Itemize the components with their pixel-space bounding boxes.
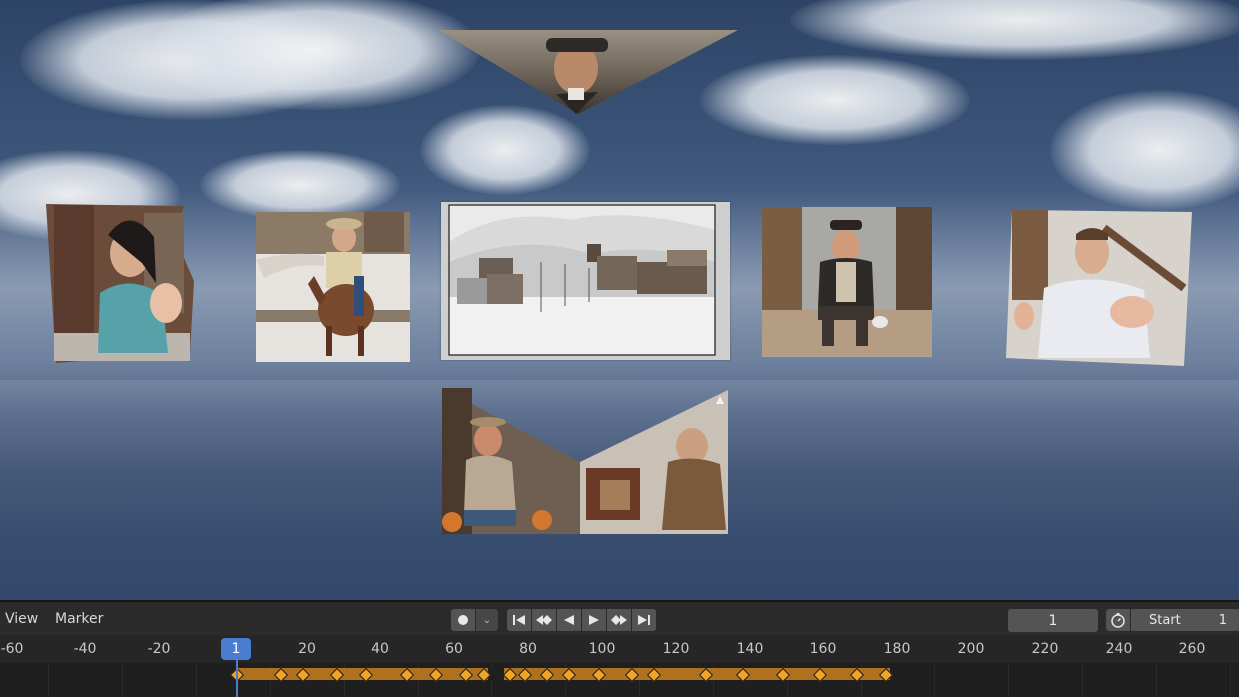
playhead-line[interactable] bbox=[236, 658, 238, 697]
play-reverse-button[interactable] bbox=[557, 609, 581, 631]
ruler-tick: 20 bbox=[298, 641, 316, 657]
chevron-down-icon: ⌄ bbox=[482, 614, 492, 626]
playhead-frame-number: 1 bbox=[231, 641, 241, 657]
ruler-tick: -20 bbox=[147, 641, 171, 657]
ruler-tick: 60 bbox=[445, 641, 463, 657]
image-plane-woman-with-baby[interactable] bbox=[44, 203, 196, 365]
menu-view[interactable]: View bbox=[5, 611, 38, 627]
jump-start-icon bbox=[513, 615, 525, 625]
ruler-tick: 120 bbox=[662, 641, 690, 657]
stopwatch-icon bbox=[1111, 613, 1125, 628]
ruler-tick: -40 bbox=[73, 641, 97, 657]
ruler-tick: 200 bbox=[957, 641, 985, 657]
record-icon bbox=[458, 615, 468, 625]
prev-keyframe-button[interactable] bbox=[532, 609, 556, 631]
play-reverse-icon bbox=[564, 615, 574, 625]
ruler-tick: 80 bbox=[519, 641, 537, 657]
playhead-frame-badge[interactable]: 1 bbox=[221, 638, 251, 660]
record-dropdown-button[interactable]: ⌄ bbox=[476, 609, 498, 631]
ruler-tick: 180 bbox=[883, 641, 911, 657]
ruler-tick: 240 bbox=[1105, 641, 1133, 657]
3d-viewport[interactable] bbox=[0, 0, 1239, 600]
current-frame-field[interactable]: 1 bbox=[1008, 609, 1098, 632]
cloud bbox=[790, 0, 1239, 60]
record-button[interactable] bbox=[451, 609, 475, 631]
ruler-tick: 140 bbox=[736, 641, 764, 657]
prev-keyframe-icon bbox=[536, 615, 552, 625]
timeline-ruler[interactable]: -60 -40 -20 20 40 60 80 100 120 140 160 … bbox=[0, 635, 1239, 663]
menu-marker[interactable]: Marker bbox=[55, 611, 103, 627]
start-label: Start bbox=[1149, 612, 1181, 628]
image-plane-donkey-rider[interactable] bbox=[254, 210, 412, 362]
ruler-tick: 220 bbox=[1031, 641, 1059, 657]
image-plane-man-with-baby[interactable] bbox=[1004, 208, 1194, 368]
ruler-tick: 40 bbox=[371, 641, 389, 657]
jump-to-start-button[interactable] bbox=[507, 609, 531, 631]
timeline-header: View Marker ⌄ 1 Start 1 bbox=[0, 600, 1239, 635]
ruler-tick: 100 bbox=[588, 641, 616, 657]
image-plane-folded-bottom[interactable] bbox=[440, 388, 730, 536]
ruler-tick: 260 bbox=[1178, 641, 1206, 657]
jump-to-end-button[interactable] bbox=[632, 609, 656, 631]
ruler-tick: 160 bbox=[809, 641, 837, 657]
cloud bbox=[700, 55, 970, 145]
auto-keying-button[interactable] bbox=[1106, 609, 1130, 631]
image-plane-snowy-town-selected[interactable] bbox=[441, 202, 730, 360]
next-keyframe-button[interactable] bbox=[607, 609, 631, 631]
start-frame-field[interactable]: Start 1 bbox=[1131, 609, 1239, 631]
image-plane-top-portrait[interactable] bbox=[438, 28, 740, 116]
ruler-tick: -60 bbox=[0, 641, 24, 657]
start-value: 1 bbox=[1218, 612, 1227, 628]
cloud bbox=[420, 105, 590, 195]
next-keyframe-icon bbox=[611, 615, 627, 625]
play-button[interactable] bbox=[582, 609, 606, 631]
jump-end-icon bbox=[638, 615, 650, 625]
image-plane-cowboy-sitting[interactable] bbox=[760, 206, 934, 358]
play-icon bbox=[589, 615, 599, 625]
